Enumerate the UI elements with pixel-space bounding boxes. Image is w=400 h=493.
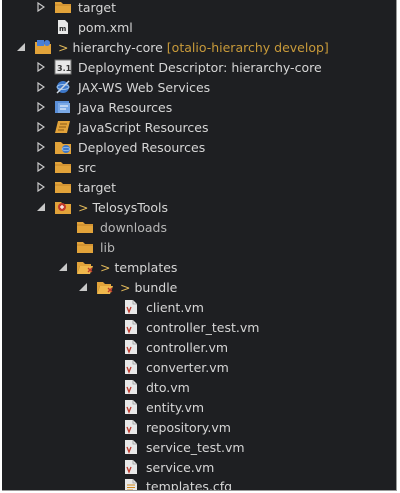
vm-file-icon (122, 379, 140, 395)
javascript-resources-icon (54, 119, 72, 135)
tree-item-project-hierarchy-core[interactable]: > hierarchy-core [otalio-hierarchy devel… (2, 37, 396, 57)
tree-item-templates[interactable]: > templates (2, 257, 396, 277)
xml-file-icon: m (54, 19, 72, 35)
tree-item-pom-xml[interactable]: m pom.xml (2, 17, 396, 37)
git-change-marker: > (58, 39, 69, 55)
tree-item-file[interactable]: client.vm (2, 297, 396, 317)
vm-file-icon (122, 319, 140, 335)
tree-item-file[interactable]: repository.vm (2, 417, 396, 437)
vm-file-icon (122, 439, 140, 455)
vm-file-icon (122, 339, 140, 355)
expand-arrow-icon[interactable] (36, 182, 46, 192)
expand-arrow-icon[interactable] (36, 122, 46, 132)
tree-item-target-top[interactable]: target (2, 0, 396, 17)
vm-file-icon (122, 299, 140, 315)
tree-item-label: Deployed Resources (78, 139, 206, 155)
tree-item-file[interactable]: service_test.vm (2, 437, 396, 457)
tree-item-label: dto.vm (146, 379, 190, 395)
tree-item-label: controller_test.vm (146, 319, 260, 335)
expand-arrow-icon[interactable] (36, 162, 46, 172)
collapse-arrow-icon[interactable] (36, 202, 46, 212)
tree-item-label: TelosysTools (92, 199, 169, 215)
tree-item-label: service.vm (146, 459, 215, 475)
tree-item-label: Deployment Descriptor: hierarchy-core (78, 59, 322, 75)
expand-arrow-icon[interactable] (36, 102, 46, 112)
git-change-marker: > (100, 259, 111, 275)
collapse-arrow-icon[interactable] (58, 262, 68, 272)
deployed-resources-icon (54, 139, 72, 155)
tree-item-telosys-tools[interactable]: > TelosysTools (2, 197, 396, 217)
tree-item-label: converter.vm (146, 359, 229, 375)
tree-item-label: repository.vm (146, 419, 231, 435)
tree-item-file[interactable]: converter.vm (2, 357, 396, 377)
tree-item-label: templates.cfg (146, 478, 233, 491)
project-explorer-tree: target m pom.xml > hierarchy-core [otali… (2, 0, 397, 491)
tree-item-lib[interactable]: lib (2, 237, 396, 257)
tree-item-jaxws-web-services[interactable]: JAX-WS Web Services (2, 77, 396, 97)
tree-item-file[interactable]: service.vm (2, 457, 396, 477)
tree-item-label: bundle (134, 279, 178, 295)
tree-item-label: controller.vm (146, 339, 229, 355)
tree-item-label: templates (114, 259, 178, 275)
tree-item-file[interactable]: templates.cfg (2, 476, 396, 491)
web-services-icon (54, 79, 72, 95)
tree-item-file[interactable]: controller.vm (2, 337, 396, 357)
tree-item-bundle[interactable]: > bundle (2, 277, 396, 297)
tree-item-file[interactable]: entity.vm (2, 397, 396, 417)
vm-file-icon (122, 419, 140, 435)
collapse-arrow-icon[interactable] (78, 282, 88, 292)
expand-arrow-icon[interactable] (36, 62, 46, 72)
tree-item-label: lib (100, 239, 115, 255)
tree-item-label: Java Resources (78, 99, 173, 115)
tree-item-label: src (78, 159, 97, 175)
expand-arrow-icon[interactable] (36, 142, 46, 152)
collapse-arrow-icon[interactable] (16, 42, 26, 52)
git-repo-branch-tag: [otalio-hierarchy develop] (166, 39, 329, 55)
git-change-marker: > (78, 199, 89, 215)
folder-open-modified-icon (76, 259, 94, 275)
deployment-descriptor-icon: 3.1 (54, 59, 72, 75)
git-change-marker: > (120, 279, 131, 295)
folder-open-modified-icon (96, 279, 114, 295)
svg-text:3.1: 3.1 (57, 64, 72, 73)
java-resources-icon (54, 99, 72, 115)
tree-item-downloads[interactable]: downloads (2, 217, 396, 237)
tree-item-label: JavaScript Resources (78, 119, 209, 135)
telosys-folder-icon (54, 199, 72, 215)
tree-item-label: pom.xml (78, 19, 133, 35)
tree-item-deployment-descriptor[interactable]: 3.1 Deployment Descriptor: hierarchy-cor… (2, 57, 396, 77)
expand-arrow-icon[interactable] (36, 82, 46, 92)
tree-item-target[interactable]: target (2, 177, 396, 197)
tree-item-label: target (78, 179, 117, 195)
vm-file-icon (122, 459, 140, 475)
web-project-icon (34, 39, 52, 55)
folder-icon (76, 219, 94, 235)
tree-item-label: target (78, 0, 117, 15)
tree-item-java-resources[interactable]: Java Resources (2, 97, 396, 117)
cfg-file-icon (122, 478, 140, 490)
tree-item-file[interactable]: dto.vm (2, 377, 396, 397)
tree-item-label: entity.vm (146, 399, 205, 415)
tree-item-label: hierarchy-core (72, 39, 163, 55)
tree-item-label: JAX-WS Web Services (78, 79, 211, 95)
tree-item-deployed-resources[interactable]: Deployed Resources (2, 137, 396, 157)
tree-item-label: service_test.vm (146, 439, 245, 455)
folder-icon (54, 179, 72, 195)
tree-item-javascript-resources[interactable]: JavaScript Resources (2, 117, 396, 137)
vm-file-icon (122, 399, 140, 415)
folder-icon (54, 159, 72, 175)
folder-icon (76, 239, 94, 255)
svg-text:m: m (59, 25, 66, 33)
tree-item-label: client.vm (146, 299, 204, 315)
vm-file-icon (122, 359, 140, 375)
tree-item-src[interactable]: src (2, 157, 396, 177)
tree-item-file[interactable]: controller_test.vm (2, 317, 396, 337)
tree-item-label: downloads (100, 219, 167, 235)
expand-arrow-icon[interactable] (36, 2, 46, 12)
folder-icon (54, 0, 72, 15)
